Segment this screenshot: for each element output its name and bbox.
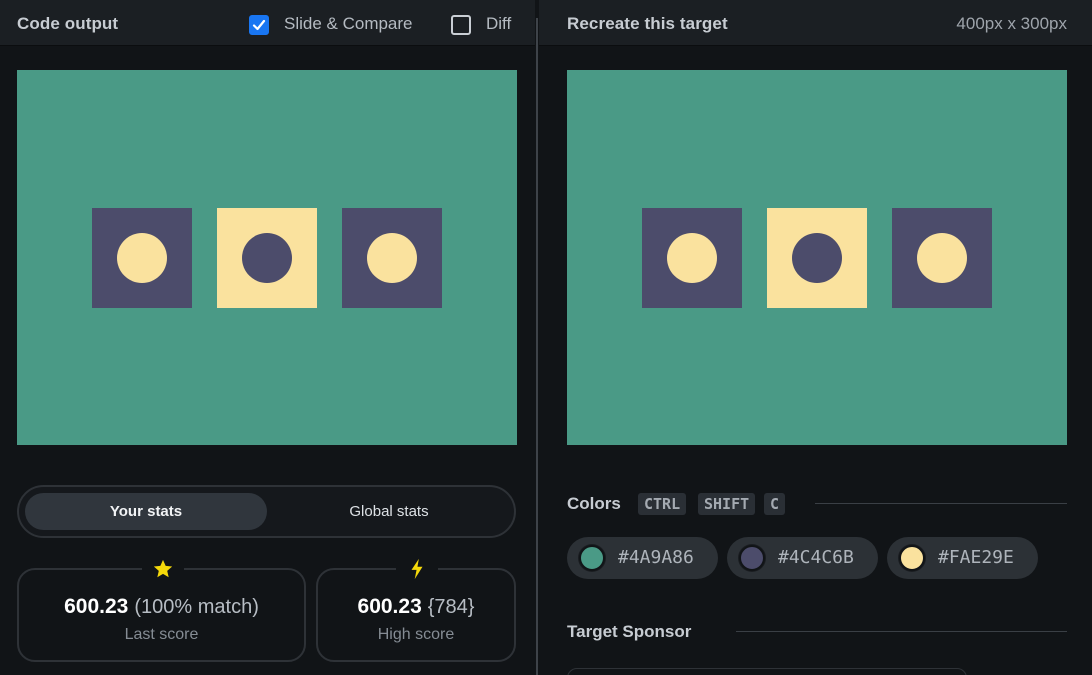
code-output-pane: Code output Slide & Compare Diff Your st… — [0, 0, 535, 675]
target-size: 400px x 300px — [956, 14, 1067, 33]
output-canvas[interactable] — [17, 70, 517, 445]
tab-your-stats[interactable]: Your stats — [25, 493, 267, 530]
light-circle — [917, 233, 967, 283]
last-score-card: 600.23 (100% match) Last score — [17, 558, 306, 662]
dark-square — [642, 208, 742, 308]
slide-compare-checkbox[interactable] — [249, 15, 269, 35]
stats-toggle: Your stats Global stats — [17, 485, 516, 538]
dark-circle — [792, 233, 842, 283]
target-pane: Recreate this target 400px x 300px Color… — [539, 0, 1092, 675]
colors-title: Colors — [567, 494, 621, 513]
last-score-value-row: 600.23 (100% match) — [19, 595, 304, 619]
checkmark-icon — [252, 19, 266, 31]
star-icon — [142, 558, 184, 582]
light-square — [767, 208, 867, 308]
color-swatch[interactable]: #4C4C6B — [727, 537, 878, 579]
light-square — [217, 208, 317, 308]
last-score-match: (100% match) — [134, 596, 259, 618]
light-circle — [667, 233, 717, 283]
divider — [815, 503, 1067, 504]
diff-label[interactable]: Diff — [486, 14, 511, 34]
light-circle — [117, 233, 167, 283]
color-hex: #4C4C6B — [778, 547, 854, 568]
color-dot — [899, 545, 925, 571]
dark-square — [92, 208, 192, 308]
diff-checkbox[interactable] — [451, 15, 471, 35]
high-score-caption: High score — [377, 626, 455, 643]
dark-circle — [242, 233, 292, 283]
light-circle — [367, 233, 417, 283]
high-score-value-row: 600.23 {784} — [318, 595, 514, 619]
shortcut-key-ctrl: CTRL — [638, 493, 687, 515]
dark-square — [892, 208, 992, 308]
sponsor-card[interactable] — [567, 668, 967, 675]
sponsor-title: Target Sponsor — [567, 622, 692, 641]
lightning-icon — [396, 558, 438, 582]
code-output-title: Code output — [17, 14, 119, 33]
color-swatch[interactable]: #FAE29E — [887, 537, 1038, 579]
shortcut-key-shift: SHIFT — [698, 493, 756, 515]
color-dot — [739, 545, 765, 571]
slide-compare-label[interactable]: Slide & Compare — [284, 14, 413, 34]
tab-global-stats[interactable]: Global stats — [271, 493, 507, 530]
high-score-value: 600.23 — [357, 595, 422, 618]
last-score-caption: Last score — [124, 626, 199, 643]
target-header: Recreate this target 400px x 300px — [539, 0, 1092, 46]
shortcut-key-c: C — [764, 493, 786, 515]
color-swatch[interactable]: #4A9A86 — [567, 537, 718, 579]
color-hex: #4A9A86 — [618, 547, 694, 568]
high-score-card: 600.23 {784} High score — [316, 558, 516, 662]
dark-square — [342, 208, 442, 308]
target-canvas — [567, 70, 1067, 445]
code-output-header: Code output Slide & Compare Diff — [0, 0, 535, 46]
high-score-count: {784} — [427, 596, 475, 618]
target-title: Recreate this target — [567, 14, 728, 33]
color-dot — [579, 545, 605, 571]
color-hex: #FAE29E — [938, 547, 1014, 568]
divider — [736, 631, 1067, 632]
last-score-value: 600.23 — [64, 595, 129, 618]
